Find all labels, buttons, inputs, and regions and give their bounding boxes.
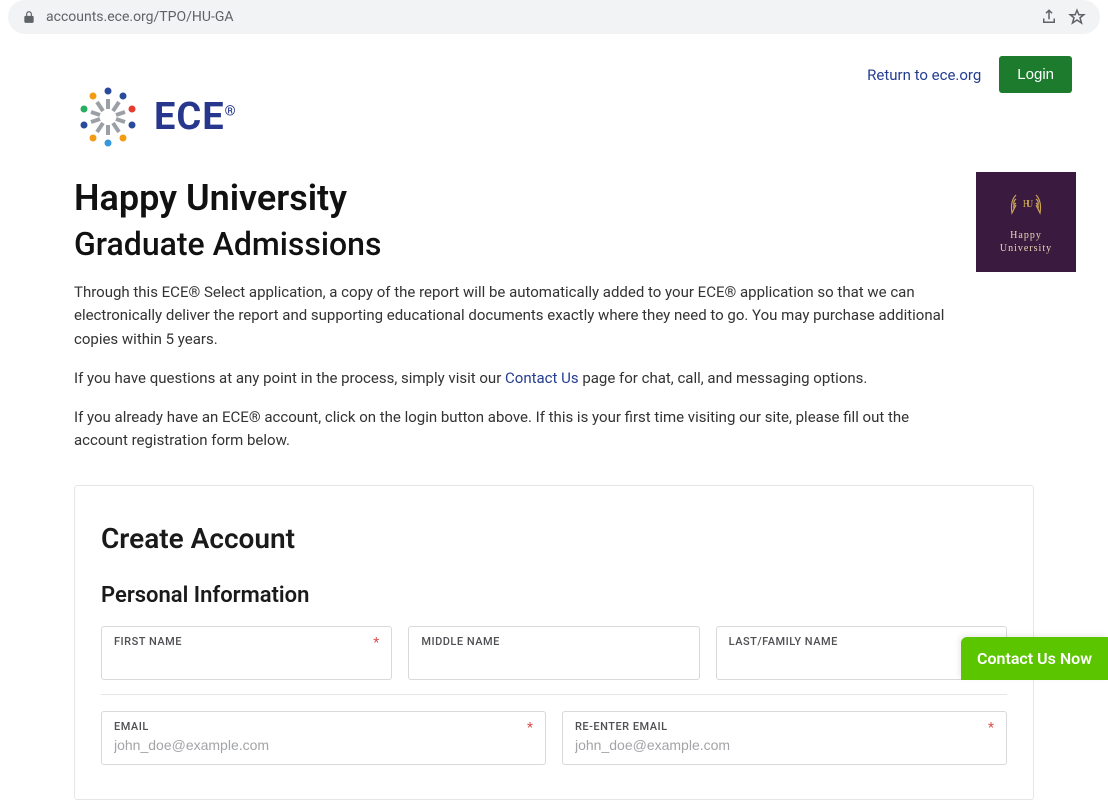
lock-icon	[22, 10, 36, 24]
first-name-field[interactable]: FIRST NAME *	[101, 626, 392, 680]
share-icon[interactable]	[1040, 8, 1058, 26]
intro-paragraph-2: If you have questions at any point in th…	[74, 367, 954, 390]
logo-text: ECE®	[154, 95, 237, 139]
required-indicator: *	[988, 720, 994, 736]
university-heading: Happy University	[74, 177, 1034, 219]
program-heading: Graduate Admissions	[74, 225, 1034, 263]
ece-logo-icon	[74, 83, 142, 151]
email-field[interactable]: EMAIL *	[101, 711, 546, 765]
reenter-email-label: RE-ENTER EMAIL	[575, 720, 994, 733]
contact-us-link[interactable]: Contact Us	[505, 369, 579, 387]
email-row: EMAIL * RE-ENTER EMAIL *	[101, 711, 1007, 765]
login-button[interactable]: Login	[999, 56, 1072, 93]
last-name-label: LAST/FAMILY NAME	[729, 635, 994, 648]
contact-us-widget[interactable]: Contact Us Now	[961, 637, 1108, 680]
badge-name-1: Happy	[1010, 230, 1042, 241]
intro-paragraph-3: If you already have an ECE® account, cli…	[74, 406, 954, 453]
badge-abbr: HU	[1023, 199, 1034, 210]
email-input[interactable]	[114, 737, 533, 753]
email-label: EMAIL	[114, 720, 533, 733]
browser-address-bar[interactable]: accounts.ece.org/TPO/HU-GA	[8, 0, 1100, 34]
return-link[interactable]: Return to ece.org	[867, 66, 981, 84]
required-indicator: *	[373, 635, 379, 651]
last-name-input[interactable]	[729, 652, 994, 668]
middle-name-field[interactable]: MIDDLE NAME	[408, 626, 699, 680]
middle-name-label: MIDDLE NAME	[421, 635, 686, 648]
create-account-form: Create Account Personal Information FIRS…	[74, 485, 1034, 800]
ece-logo: ECE®	[74, 83, 1034, 155]
form-title: Create Account	[101, 522, 1007, 555]
first-name-input[interactable]	[114, 652, 379, 668]
badge-name-2: University	[1000, 243, 1052, 254]
reenter-email-field[interactable]: RE-ENTER EMAIL *	[562, 711, 1007, 765]
intro-paragraph-1: Through this ECE® Select application, a …	[74, 281, 954, 351]
url-text: accounts.ece.org/TPO/HU-GA	[46, 9, 1030, 25]
laurel-icon: HU	[1002, 189, 1050, 225]
first-name-label: FIRST NAME	[114, 635, 379, 648]
middle-name-input[interactable]	[421, 652, 686, 668]
university-badge: HU Happy University	[976, 172, 1076, 272]
required-indicator: *	[527, 720, 533, 736]
reenter-email-input[interactable]	[575, 737, 994, 753]
name-row: FIRST NAME * MIDDLE NAME LAST/FAMILY NAM…	[101, 626, 1007, 680]
star-icon[interactable]	[1068, 8, 1086, 26]
section-title-personal: Personal Information	[101, 583, 1007, 608]
divider	[101, 694, 1007, 695]
